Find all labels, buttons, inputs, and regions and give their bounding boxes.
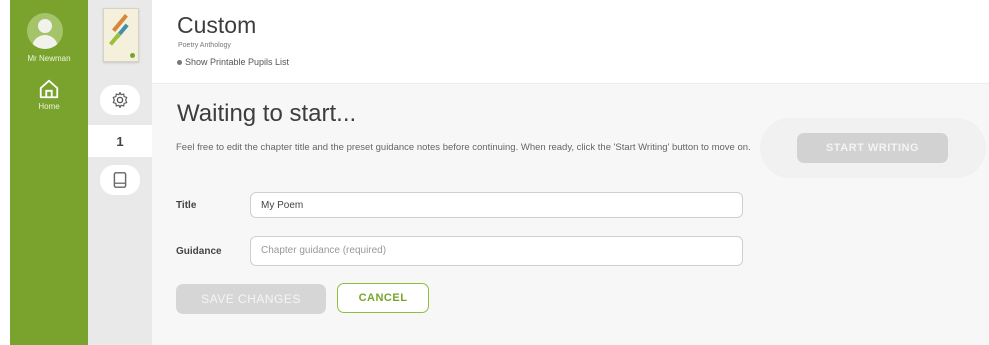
- chapter-tab-1[interactable]: 1: [88, 125, 152, 157]
- guidance-textarea[interactable]: [250, 236, 743, 266]
- page-subtitle: Poetry Anthology: [178, 42, 231, 49]
- status-heading: Waiting to start...: [177, 100, 357, 127]
- page-title: Custom: [177, 12, 257, 38]
- avatar-body: [32, 35, 58, 49]
- gear-icon: [112, 91, 128, 109]
- cancel-button[interactable]: CANCEL: [337, 283, 429, 313]
- document-icon: [113, 172, 127, 188]
- user-name: Mr Newman: [27, 54, 71, 63]
- guidance-label: Guidance: [176, 246, 222, 257]
- title-input[interactable]: [250, 192, 743, 218]
- user-avatar-icon[interactable]: [27, 13, 63, 49]
- home-button[interactable]: Home: [10, 78, 88, 124]
- cover-art-stroke: [108, 32, 122, 46]
- avatar-head: [38, 19, 52, 33]
- page-header: Custom Poetry Anthology Show Printable P…: [152, 0, 989, 84]
- home-label: Home: [38, 102, 60, 111]
- settings-button[interactable]: [100, 85, 140, 115]
- show-printable-pupils-link[interactable]: Show Printable Pupils List: [177, 57, 289, 67]
- instructions-text: Feel free to edit the chapter title and …: [176, 142, 751, 153]
- home-icon: [39, 79, 59, 99]
- bullet-icon: [177, 60, 182, 66]
- start-writing-button[interactable]: START WRITING: [797, 133, 948, 163]
- book-cover-thumbnail[interactable]: [103, 8, 139, 62]
- notes-button[interactable]: [100, 165, 140, 195]
- cover-status-dot: [130, 53, 135, 58]
- left-nav-rail: [10, 0, 88, 345]
- printable-link-label: Show Printable Pupils List: [185, 57, 290, 67]
- save-changes-button[interactable]: SAVE CHANGES: [176, 284, 326, 314]
- title-label: Title: [176, 200, 197, 211]
